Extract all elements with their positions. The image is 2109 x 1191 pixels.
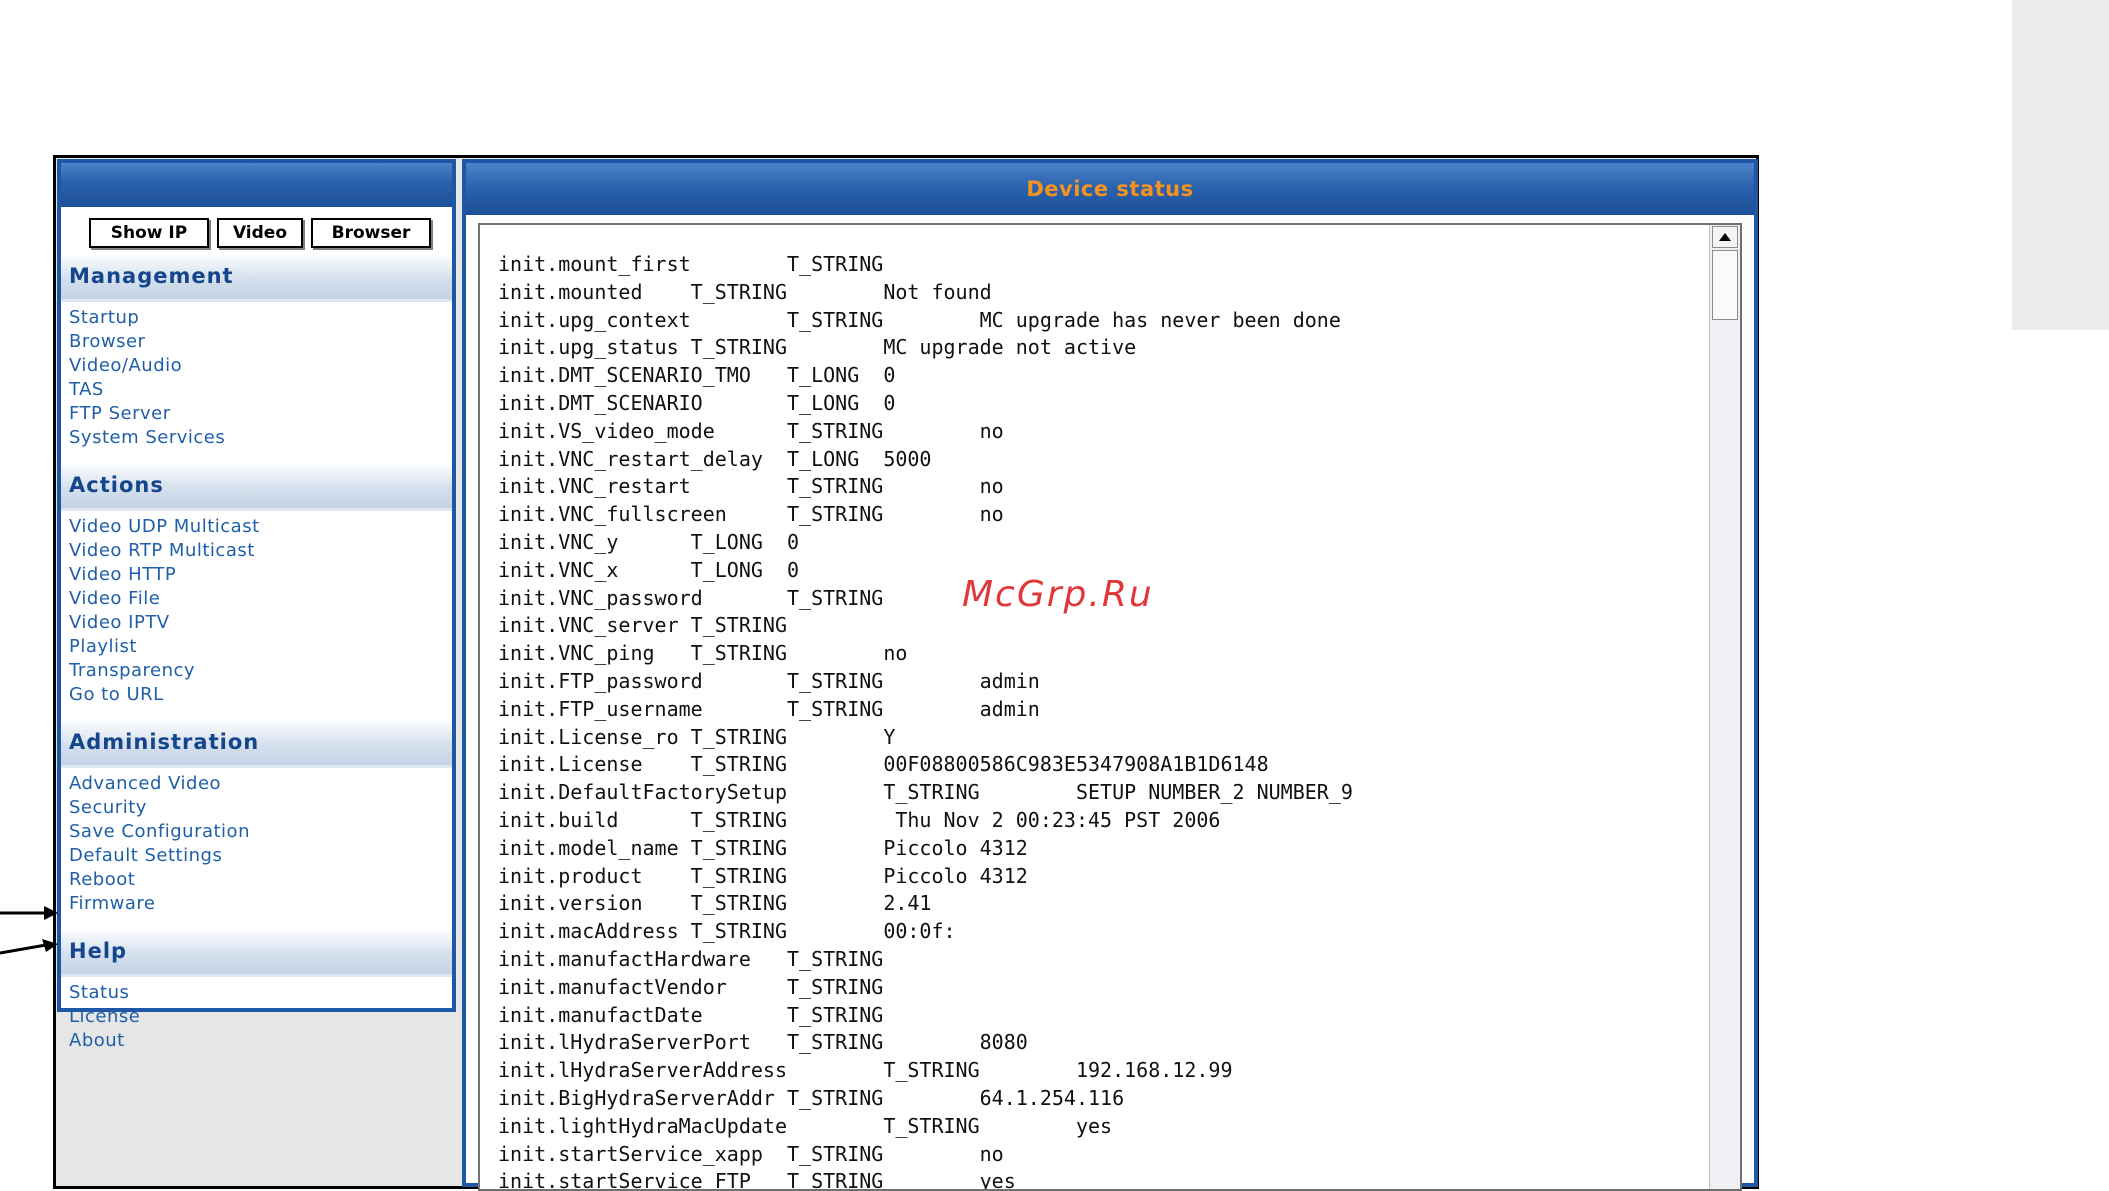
status-line: init.lHydraServerPort T_STRING 8080 (498, 1030, 1028, 1055)
status-line: init.upg_context T_STRING MC upgrade has… (498, 307, 1341, 332)
section-header-actions: Actions (61, 462, 452, 511)
status-line: init.model_name T_STRING Piccolo 4312 (498, 835, 1028, 860)
nav-link-advanced-video[interactable]: Advanced Video (69, 772, 452, 796)
gray-side-tab (2012, 0, 2109, 330)
section-header-help: Help (61, 928, 452, 977)
status-line: init.VNC_restart T_STRING no (498, 474, 1004, 499)
video-button[interactable]: Video (217, 218, 303, 248)
status-line: init.mount_first T_STRING (498, 252, 884, 276)
nav-link-security[interactable]: Security (69, 796, 452, 820)
status-line: init.BigHydraServerAddr T_STRING 64.1.25… (498, 1085, 1125, 1110)
nav-link-transparency[interactable]: Transparency (69, 659, 452, 683)
browser-frame: Show IP Video Browser Management Startup B… (53, 155, 1759, 1191)
nav-link-about[interactable]: About (69, 1029, 452, 1053)
status-line: init.macAddress T_STRING 00:0f: (498, 919, 956, 944)
nav-list-actions: Video UDP Multicast Video RTP Multicast Vi… (61, 511, 452, 713)
nav-link-tas[interactable]: TAS (69, 378, 452, 402)
nav-link-status[interactable]: Status (69, 981, 452, 1005)
status-line: init.VNC_password T_STRING (498, 585, 884, 610)
nav-list-help: Status License About (61, 977, 452, 1059)
status-line: init.lHydraServerAddress T_STRING 192.16… (498, 1058, 1233, 1083)
nav-link-video-audio[interactable]: Video/Audio (69, 354, 452, 378)
status-line: init.manufactDate T_STRING (498, 1002, 884, 1027)
status-line: init.lightHydraMacUpdate T_STRING yes (498, 1113, 1113, 1138)
navigation-panel: Show IP Video Browser Management Startup B… (57, 159, 456, 1051)
nav-link-playlist[interactable]: Playlist (69, 635, 452, 659)
status-line: init.VNC_x T_LONG 0 (498, 557, 800, 582)
status-line: init.DMT_SCENARIO T_LONG 0 (498, 390, 896, 415)
status-line: init.manufactHardware T_STRING (498, 946, 884, 971)
section-header-administration: Administration (61, 719, 452, 768)
nav-link-firmware[interactable]: Firmware (69, 892, 452, 916)
status-line: init.VNC_fullscreen T_STRING no (498, 502, 1004, 527)
device-status-panel: Device status init.mount_first T_STRING i… (462, 159, 1758, 1191)
nav-list-administration: Advanced Video Security Save Configuration… (61, 768, 452, 922)
status-line: init.mounted T_STRING Not found (498, 279, 992, 304)
status-line: init.VS_video_mode T_STRING no (498, 418, 1004, 443)
status-line: init.VNC_ping T_STRING no (498, 641, 908, 666)
status-line: init.VNC_restart_delay T_LONG 5000 (498, 446, 932, 471)
nav-link-license[interactable]: License (69, 1005, 452, 1029)
nav-list-management: Startup Browser Video/Audio TAS FTP Server Sy… (61, 302, 452, 456)
nav-link-video-iptv[interactable]: Video IPTV (69, 611, 452, 635)
nav-link-video-rtp-multicast[interactable]: Video RTP Multicast (69, 539, 452, 563)
status-line: init.version T_STRING 2.41 (498, 891, 932, 916)
nav-link-ftp-server[interactable]: FTP Server (69, 402, 452, 426)
nav-link-video-file[interactable]: Video File (69, 587, 452, 611)
status-line: init.build T_STRING Thu Nov 2 00:23:45 P… (498, 807, 1221, 832)
status-line: init.FTP_username T_STRING admin (498, 696, 1040, 721)
nav-link-startup[interactable]: Startup (69, 306, 452, 330)
status-pointer-arrow-icon (0, 939, 58, 955)
nav-link-video-udp-multicast[interactable]: Video UDP Multicast (69, 515, 452, 539)
status-content-box: init.mount_first T_STRING init.mounted T_… (478, 223, 1742, 1191)
status-line: init.DefaultFactorySetup T_STRING SETUP … (498, 780, 1353, 805)
vertical-scrollbar[interactable] (1709, 225, 1740, 1189)
top-button-row: Show IP Video Browser (61, 207, 452, 248)
nav-link-system-services[interactable]: System Services (69, 426, 452, 450)
nav-link-reboot[interactable]: Reboot (69, 868, 452, 892)
device-status-title: Device status (466, 163, 1754, 215)
status-line: init.manufactVendor T_STRING (498, 974, 884, 999)
status-line: init.product T_STRING Piccolo 4312 (498, 863, 1028, 888)
status-line: init.upg_status T_STRING MC upgrade not … (498, 335, 1137, 360)
nav-link-default-settings[interactable]: Default Settings (69, 844, 452, 868)
section-header-management: Management (61, 253, 452, 302)
status-line: init.startService_xapp T_STRING no (498, 1141, 1004, 1166)
watermark: McGrp.Ru (962, 574, 1154, 615)
status-line: init.License T_STRING 00F08800586C983E53… (498, 752, 1269, 777)
nav-header-bar (61, 163, 452, 207)
status-line: init.License_ro T_STRING Y (498, 724, 896, 749)
nav-link-save-configuration[interactable]: Save Configuration (69, 820, 452, 844)
show-ip-button[interactable]: Show IP (89, 218, 209, 248)
nav-link-video-http[interactable]: Video HTTP (69, 563, 452, 587)
nav-sections: Management Startup Browser Video/Audio TAS FT… (61, 253, 452, 1059)
status-line: init.DMT_SCENARIO_TMO T_LONG 0 (498, 363, 896, 388)
status-line: init.VNC_y T_LONG 0 (498, 529, 800, 554)
status-line: init.VNC_server T_STRING (498, 613, 787, 638)
help-pointer-arrow-icon (0, 906, 58, 920)
scrollbar-thumb[interactable] (1712, 250, 1738, 320)
nav-link-browser[interactable]: Browser (69, 330, 452, 354)
scroll-up-arrow-icon[interactable] (1712, 226, 1738, 248)
nav-link-go-to-url[interactable]: Go to URL (69, 683, 452, 707)
browser-button[interactable]: Browser (311, 218, 431, 248)
status-line: init.FTP_password T_STRING admin (498, 668, 1040, 693)
status-listing: init.mount_first T_STRING init.mounted T_… (498, 251, 1353, 1189)
